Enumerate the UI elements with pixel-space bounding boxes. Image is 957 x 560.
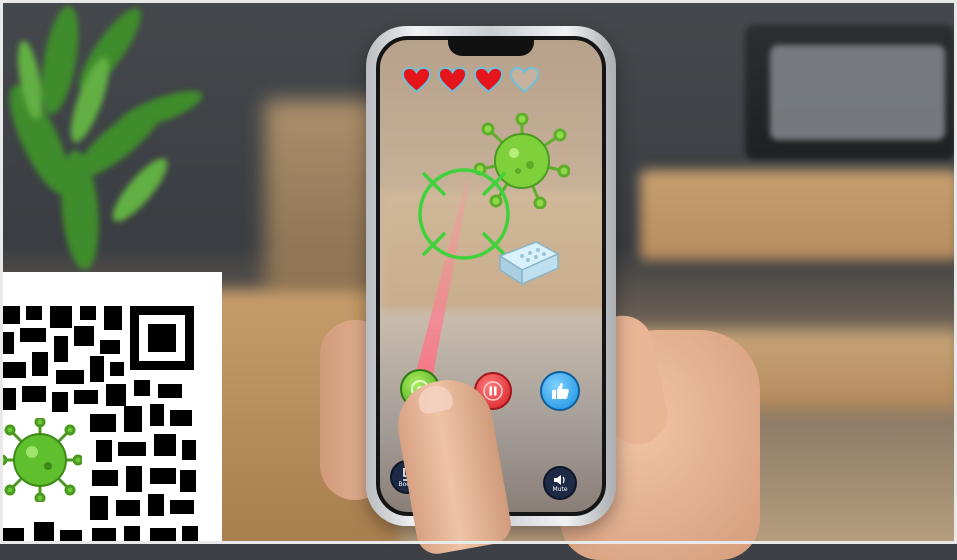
like-button[interactable] [540, 371, 580, 411]
mute-button[interactable]: Mute [543, 466, 577, 500]
heart-full-icon [473, 66, 504, 93]
pause-icon [483, 381, 503, 401]
qr-logo-virus-icon [0, 418, 82, 502]
background-shelf-upper [640, 170, 957, 260]
heart-empty-icon [509, 66, 540, 93]
plant-icon [9, 5, 203, 270]
heart-full-icon [437, 66, 468, 93]
background-speaker-grill [770, 45, 945, 140]
heart-full-icon [401, 66, 432, 93]
sanitizer-box-icon[interactable] [496, 234, 562, 286]
speaker-icon [554, 475, 565, 485]
mute-label: Mute [552, 486, 568, 493]
lives-hearts [401, 66, 540, 94]
thumbs-up-icon [552, 383, 569, 399]
phone-notch [448, 36, 534, 56]
